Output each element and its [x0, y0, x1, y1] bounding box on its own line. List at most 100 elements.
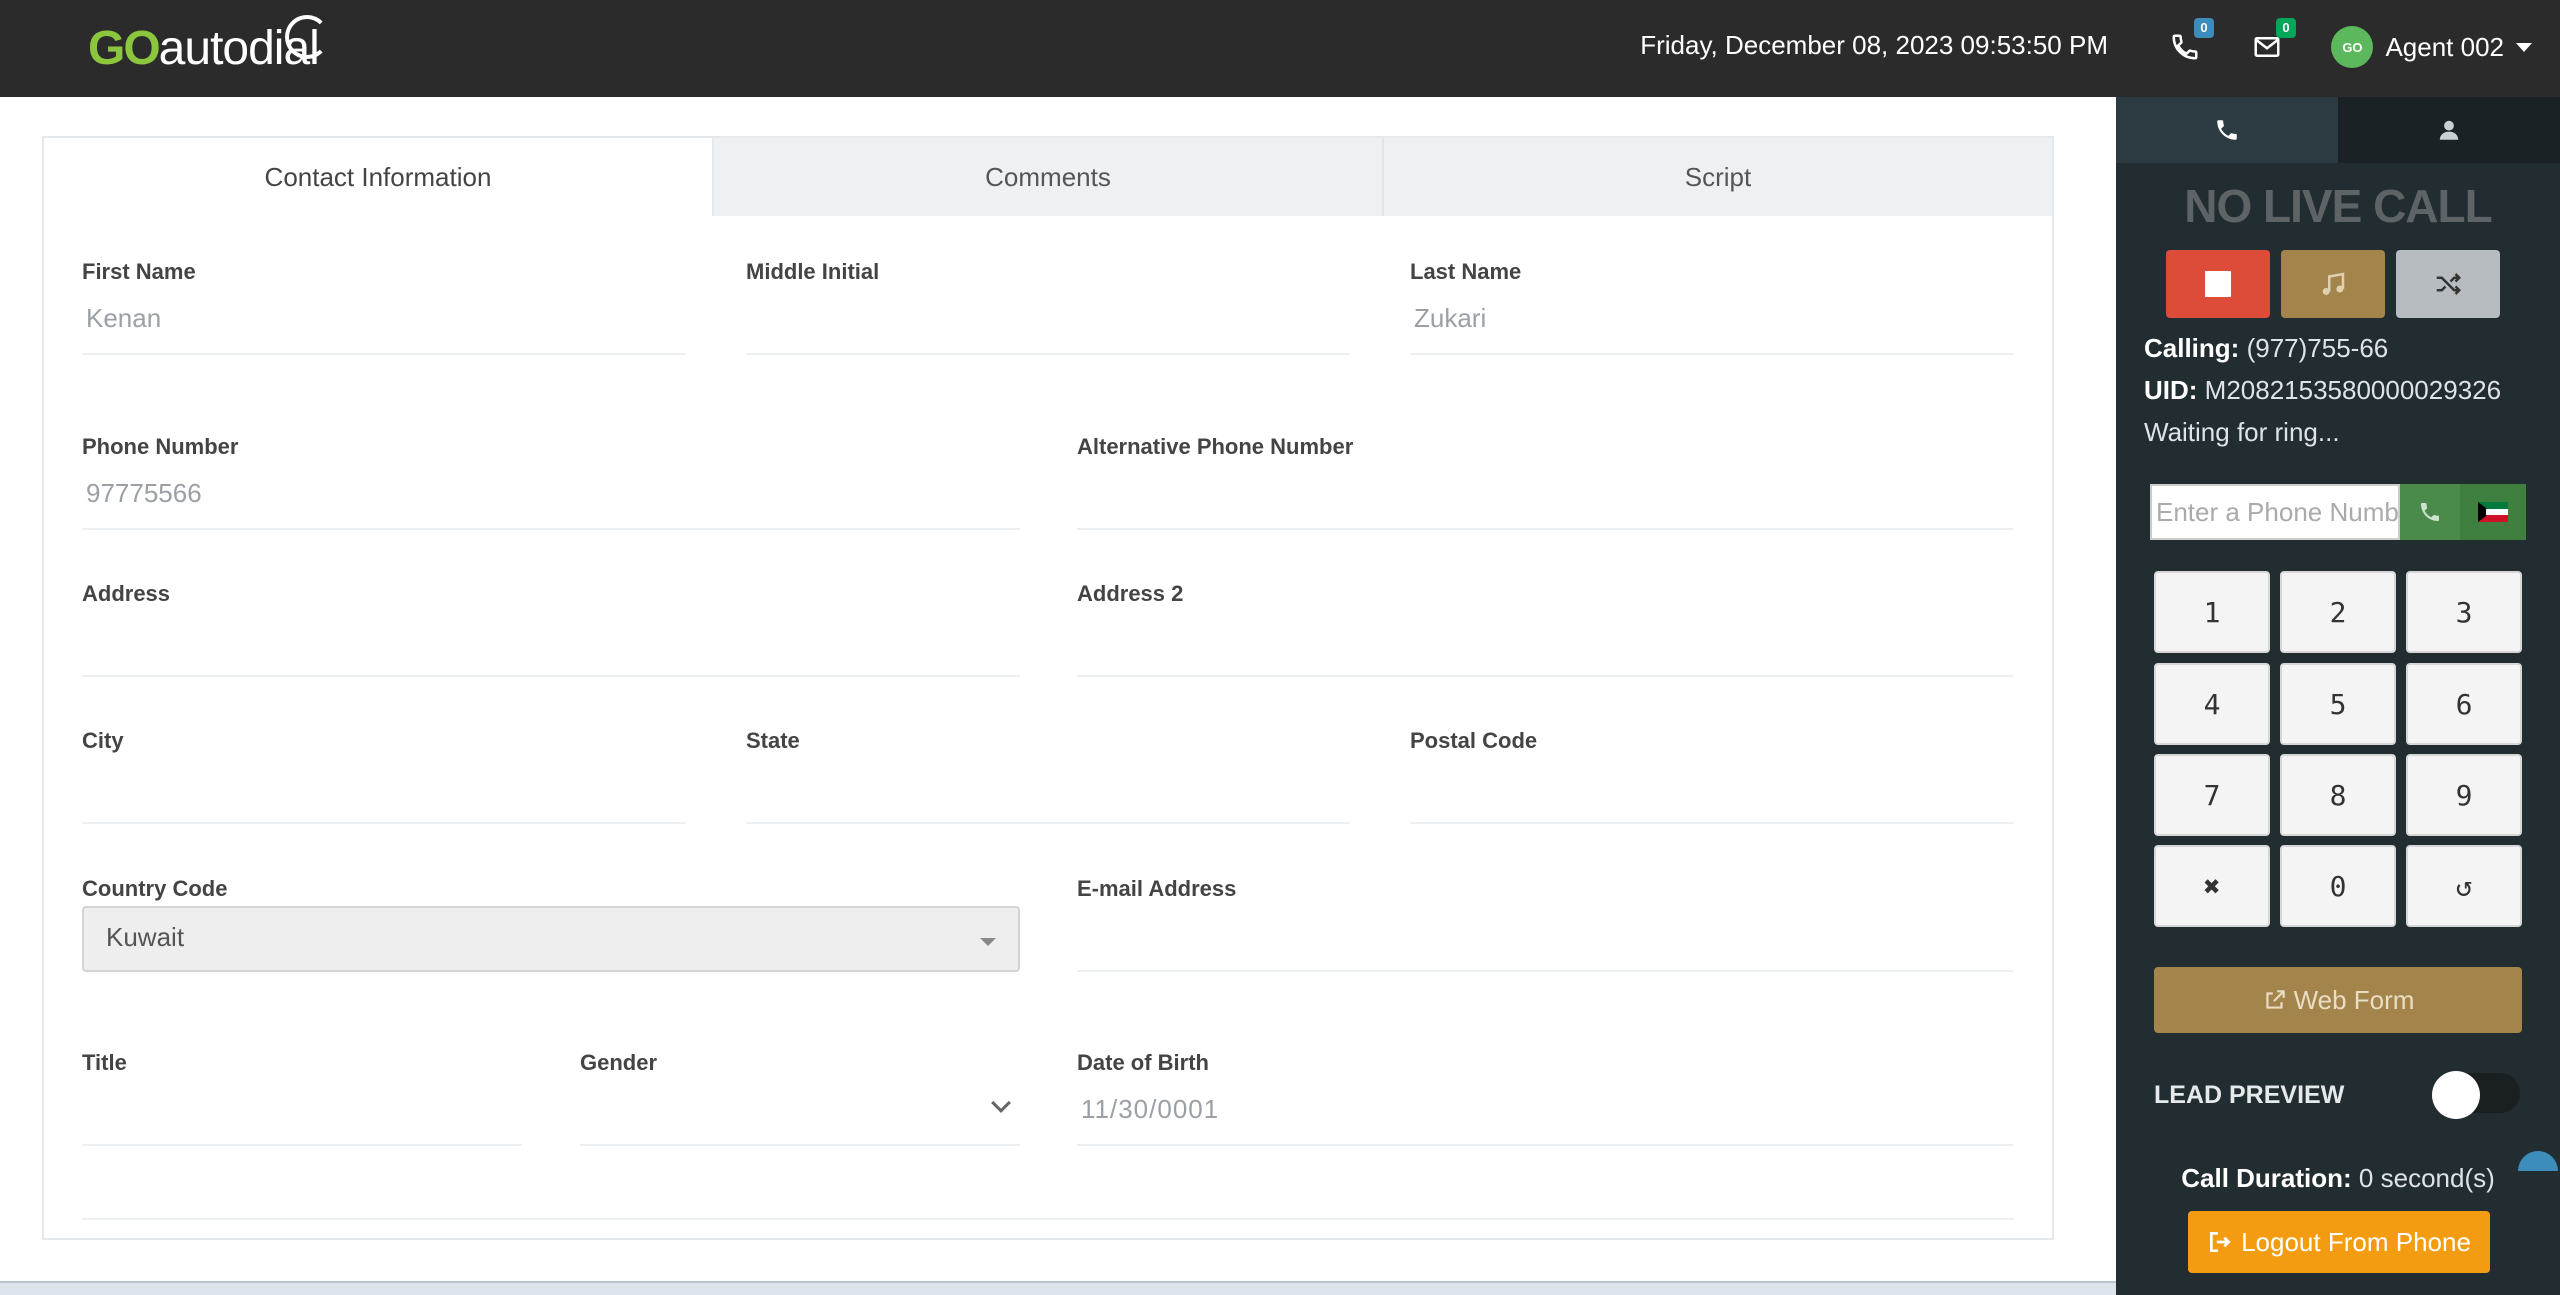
dialpad-clear-key[interactable]: ✖	[2154, 845, 2270, 927]
form-bottom-divider	[82, 1218, 2014, 1220]
alt-phone-label: Alternative Phone Number	[1077, 434, 1354, 459]
music-on-hold-button[interactable]	[2281, 250, 2385, 318]
phone-number-label: Phone Number	[82, 434, 239, 459]
country-code-field: Country Code	[82, 876, 227, 902]
hangup-button[interactable]	[2166, 250, 2270, 318]
top-navbar: GO autodial Friday, December 08, 2023 09…	[0, 0, 2560, 97]
uid-value: M2082153580000029326	[2204, 375, 2502, 405]
dob-field[interactable]: Date of Birth 11/30/0001	[1077, 1050, 2013, 1146]
horizontal-scrollbar[interactable]	[0, 1281, 2116, 1295]
first-name-field[interactable]: First Name Kenan	[82, 259, 686, 355]
tab-agent-profile[interactable]	[2338, 97, 2560, 163]
tab-dialer[interactable]	[2116, 97, 2338, 163]
web-form-button[interactable]: Web Form	[2154, 967, 2522, 1033]
call-duration-label: Call Duration:	[2181, 1163, 2352, 1193]
dob-label: Date of Birth	[1077, 1050, 1209, 1075]
phone-number-underline	[82, 528, 1020, 530]
calls-notification[interactable]: 0	[2170, 18, 2214, 70]
logout-phone-button[interactable]: Logout From Phone	[2188, 1211, 2490, 1273]
dialpad-key-9[interactable]: 9	[2406, 754, 2522, 836]
call-duration-value: 0 second(s)	[2358, 1163, 2495, 1193]
email-underline	[1077, 970, 2013, 972]
dialpad-key-4[interactable]: 4	[2154, 663, 2270, 745]
first-name-label: First Name	[82, 259, 196, 284]
last-name-field[interactable]: Last Name Zukari	[1410, 259, 2014, 355]
call-waiting-status: Waiting for ring...	[2144, 417, 2340, 447]
address-field[interactable]: Address	[82, 581, 1020, 677]
tab-comments[interactable]: Comments	[714, 138, 1384, 216]
dialpad-key-7[interactable]: 7	[2154, 754, 2270, 836]
country-code-label: Country Code	[82, 876, 228, 901]
email-label: E-mail Address	[1077, 876, 1237, 901]
call-duration: Call Duration: 0 second(s)	[2116, 1163, 2560, 1194]
dialpad-key-0[interactable]: 0	[2280, 845, 2396, 927]
country-code-select[interactable]: Kuwait	[82, 906, 1020, 972]
last-name-underline	[1410, 353, 2014, 355]
dialpad-reset-key[interactable]: ↺	[2406, 845, 2522, 927]
address-underline	[82, 675, 1020, 677]
dialpad-key-3[interactable]: 3	[2406, 571, 2522, 653]
tab-contact-information[interactable]: Contact Information	[44, 138, 714, 216]
messages-notification[interactable]: 0	[2252, 18, 2296, 70]
manual-dial-button[interactable]	[2400, 484, 2460, 540]
title-field[interactable]: Title	[82, 1050, 522, 1146]
first-name-underline	[82, 353, 686, 355]
transfer-button[interactable]	[2396, 250, 2500, 318]
dialpad-key-5[interactable]: 5	[2280, 663, 2396, 745]
uid-label: UID:	[2144, 375, 2198, 405]
address2-field[interactable]: Address 2	[1077, 581, 2013, 677]
calling-label: Calling:	[2144, 333, 2240, 363]
avatar: GO	[2331, 26, 2374, 68]
shuffle-icon	[2436, 273, 2462, 295]
logo-go-text: GO	[88, 21, 161, 75]
phone-number-field[interactable]: Phone Number 97775566	[82, 434, 1020, 530]
tab-bar: Contact Information Comments Script	[44, 138, 2052, 216]
middle-initial-field[interactable]: Middle Initial	[746, 259, 1350, 355]
country-code-value: Kuwait	[106, 922, 185, 952]
address-label: Address	[82, 581, 171, 606]
caret-down-icon	[980, 938, 996, 946]
stop-icon	[2205, 271, 2231, 297]
address2-underline	[1077, 675, 2013, 677]
sign-out-icon	[2210, 1231, 2231, 1253]
dialpad-key-1[interactable]: 1	[2154, 571, 2270, 653]
phone-icon	[2421, 503, 2439, 521]
agent-menu[interactable]: GO Agent 002	[2331, 26, 2532, 68]
gender-field[interactable]: Gender	[580, 1050, 1020, 1146]
manual-dial-input[interactable]: Enter a Phone Number	[2150, 484, 2400, 540]
external-link-icon	[2265, 990, 2285, 1009]
calling-info: Calling: (977)755-66	[2144, 333, 2388, 364]
dialpad-key-2[interactable]: 2	[2280, 571, 2396, 653]
kuwait-flag-icon	[2478, 502, 2508, 522]
alt-phone-field[interactable]: Alternative Phone Number	[1077, 434, 2013, 530]
dob-input[interactable]: 11/30/0001	[1081, 1094, 1219, 1125]
middle-initial-underline	[746, 353, 1350, 355]
title-label: Title	[82, 1050, 127, 1075]
email-field[interactable]: E-mail Address	[1077, 876, 2013, 972]
dialer-sidebar: NO LIVE CALL Calling: (977)755-66 UID: M…	[2116, 97, 2560, 1295]
dialpad-key-8[interactable]: 8	[2280, 754, 2396, 836]
lead-preview-toggle[interactable]	[2432, 1071, 2520, 1119]
postal-code-underline	[1410, 822, 2014, 824]
first-name-input[interactable]: Kenan	[86, 303, 161, 334]
goautodial-logo[interactable]: GO autodial	[88, 15, 329, 78]
state-underline	[746, 822, 1350, 824]
gender-label: Gender	[580, 1050, 658, 1075]
tab-script[interactable]: Script	[1384, 138, 2052, 216]
last-name-label: Last Name	[1410, 259, 1522, 284]
calls-badge: 0	[2194, 18, 2214, 38]
postal-code-label: Postal Code	[1410, 728, 1538, 753]
datetime-display: Friday, December 08, 2023 09:53:50 PM	[1640, 30, 2108, 60]
city-field[interactable]: City	[82, 728, 686, 824]
headset-icon	[284, 15, 329, 59]
dialpad-key-6[interactable]: 6	[2406, 663, 2522, 745]
last-name-input[interactable]: Zukari	[1414, 303, 1486, 334]
country-flag-button[interactable]	[2460, 484, 2526, 540]
title-underline	[82, 1144, 522, 1146]
phone-number-input[interactable]: 97775566	[86, 478, 202, 509]
address2-label: Address 2	[1077, 581, 1184, 606]
user-icon	[2439, 120, 2459, 140]
city-underline	[82, 822, 686, 824]
state-field[interactable]: State	[746, 728, 1350, 824]
postal-code-field[interactable]: Postal Code	[1410, 728, 2014, 824]
